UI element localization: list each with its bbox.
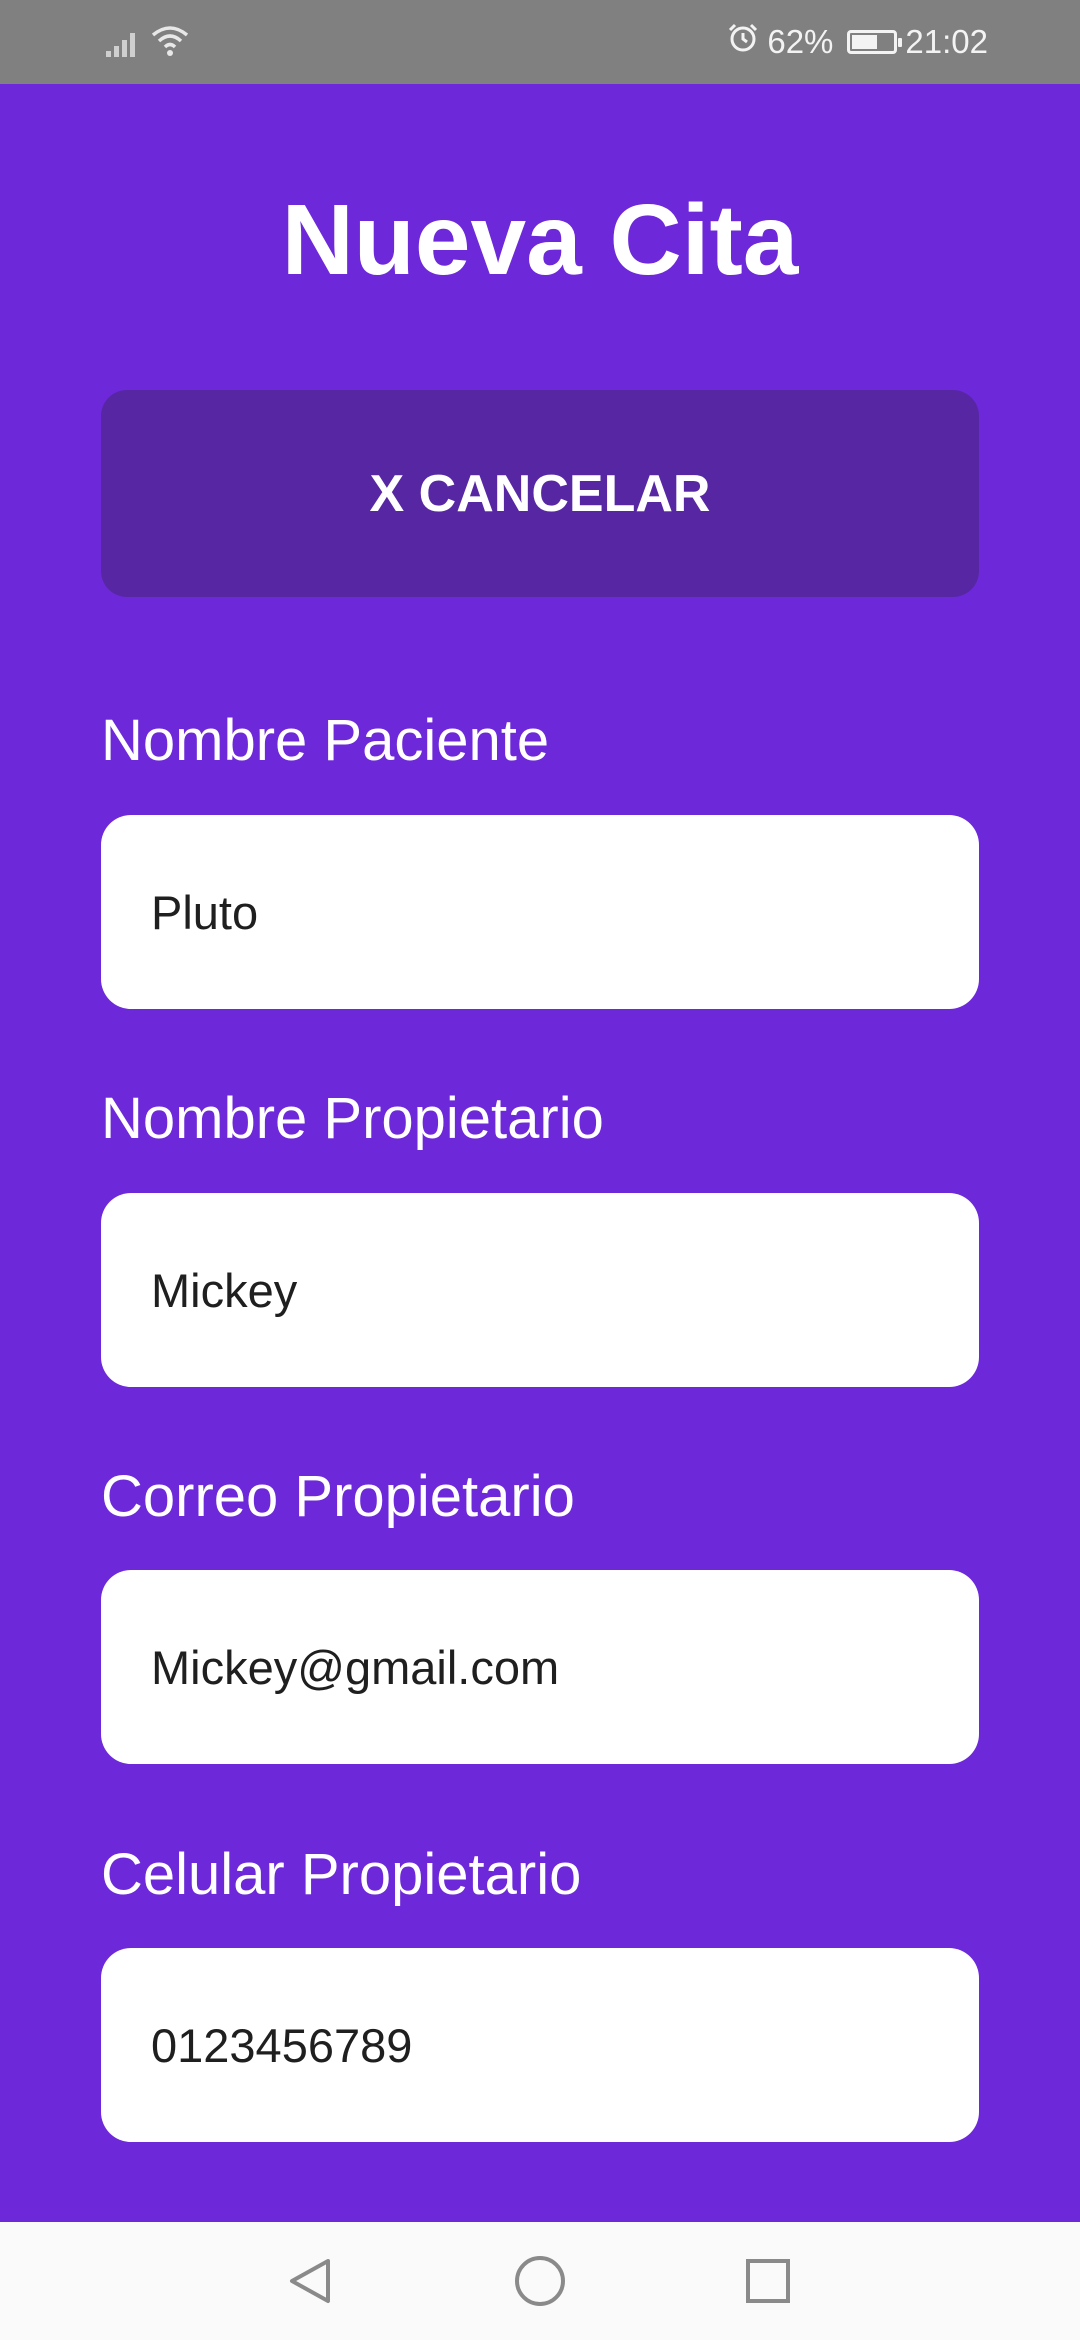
status-right: 62% 21:02 <box>727 18 988 66</box>
battery-level <box>852 35 878 49</box>
owner-phone-input[interactable]: 0123456789 <box>101 1948 979 2142</box>
owner-name-input[interactable]: Mickey <box>101 1193 979 1387</box>
screen: 62% 21:02 Nueva Cita X CANCELAR Nombre P… <box>0 0 1080 2340</box>
owner-email-label: Correo Propietario <box>101 1464 575 1529</box>
cancel-button[interactable]: X CANCELAR <box>101 390 979 597</box>
alarm-icon <box>727 22 759 62</box>
status-bar: 62% 21:02 <box>0 0 1080 84</box>
wifi-icon <box>150 23 190 62</box>
owner-phone-label: Celular Propietario <box>101 1842 582 1907</box>
battery-icon <box>847 30 903 54</box>
status-time: 21:02 <box>905 23 988 60</box>
status-left <box>106 22 190 62</box>
home-icon[interactable] <box>505 2246 575 2316</box>
back-icon[interactable] <box>275 2246 345 2316</box>
battery-percent: 62% <box>767 23 834 60</box>
owner-name-label: Nombre Propietario <box>101 1086 604 1151</box>
owner-email-input[interactable]: Mickey@gmail.com <box>101 1570 979 1764</box>
patient-name-label: Nombre Paciente <box>101 708 550 773</box>
navigation-bar <box>0 2222 1080 2340</box>
page-title: Nueva Cita <box>281 184 799 296</box>
patient-name-input[interactable]: Pluto <box>101 815 979 1009</box>
recents-icon[interactable] <box>733 2246 803 2316</box>
signal-icon <box>106 29 140 62</box>
